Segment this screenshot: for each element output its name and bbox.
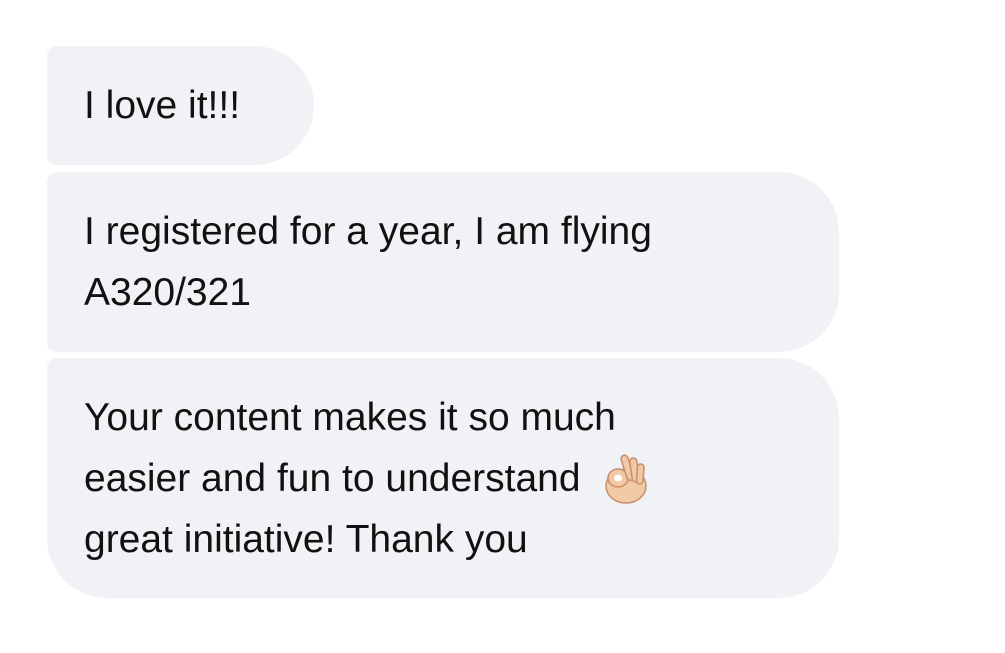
ok-hand-emoji-icon (599, 449, 649, 505)
message-bubble[interactable]: I love it!!! (47, 46, 314, 165)
message-text-line-with-emoji: easier and fun to understand (84, 448, 839, 509)
message-text-line: Your content makes it so much (84, 396, 616, 439)
message-text-line: great initiative! Thank you (84, 518, 528, 561)
message-text-line: I registered for a year, I am flying (84, 210, 652, 253)
message-text-line: A320/321 (84, 271, 251, 314)
message-bubble[interactable]: I registered for a year, I am flying A32… (47, 172, 839, 352)
message-text-line: I love it!!! (84, 84, 241, 127)
message-text-segment: easier and fun to understand (84, 457, 581, 500)
message-bubble[interactable]: Your content makes it so much easier and… (47, 358, 839, 598)
message-thread: I love it!!! I registered for a year, I … (0, 0, 1005, 653)
